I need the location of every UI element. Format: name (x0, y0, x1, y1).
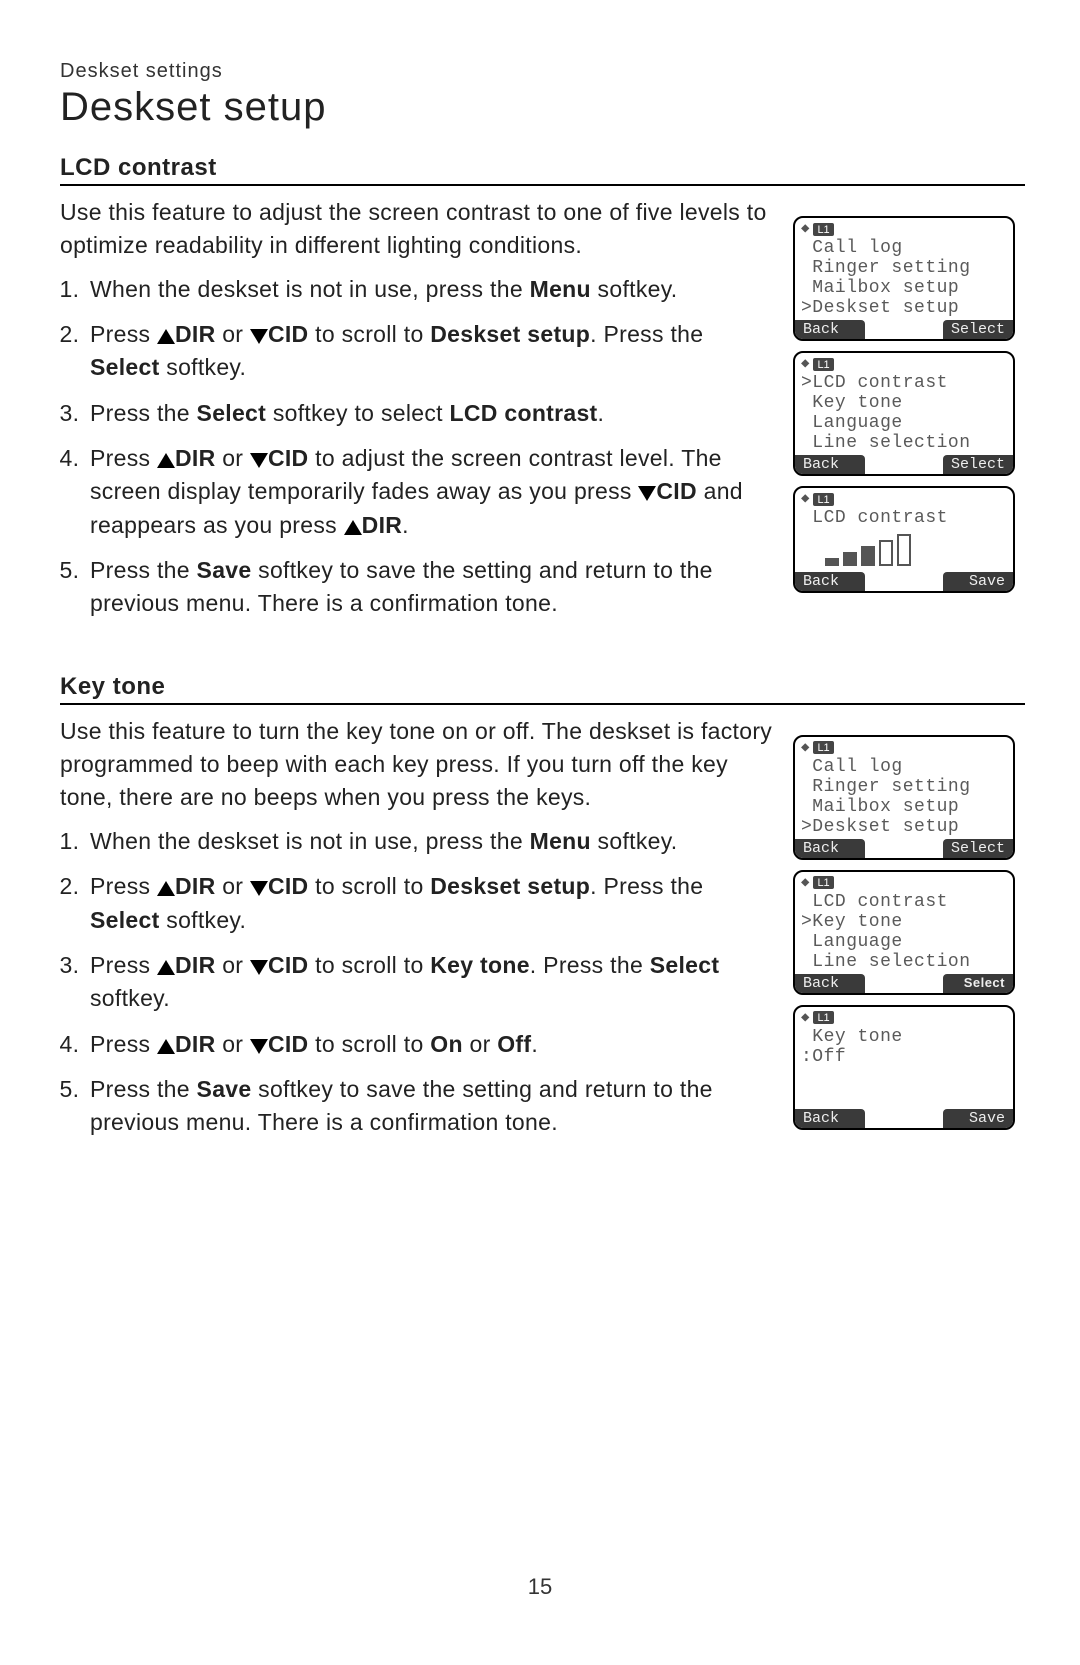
lcd-line: Mailbox setup (801, 278, 1007, 298)
section-heading-lcd: LCD contrast (60, 154, 1025, 186)
lcd-line: Call log (801, 238, 1007, 258)
lcd-line: Ringer setting (801, 777, 1007, 797)
softkey-select: Select (943, 455, 1013, 474)
keytone-intro: Use this feature to turn the key tone on… (60, 715, 773, 815)
softkey-back: Back (795, 455, 865, 474)
updown-icon: ◆ (801, 357, 809, 371)
lcd-step-3: Press the Select softkey to select LCD c… (86, 397, 773, 430)
lcd-line: :Off (801, 1047, 1007, 1067)
lcd-step-2: Press DIR or CID to scroll to Deskset se… (86, 318, 773, 385)
lcd-screen-contrast: ◆ L1 LCD contrast Back Save (793, 486, 1015, 593)
triangle-down-icon (250, 329, 268, 344)
lcd-step-5: Press the Save softkey to save the setti… (86, 554, 773, 621)
lcd-line: Language (801, 932, 1007, 952)
triangle-up-icon (157, 329, 175, 344)
line-badge: L1 (813, 223, 833, 236)
softkey-select: Select (943, 839, 1013, 858)
keytone-step-4: Press DIR or CID to scroll to On or Off. (86, 1028, 773, 1061)
lcd-screen-menu: ◆ L1 Call log Ringer setting Mailbox setu… (793, 216, 1015, 341)
contrast-bars (801, 528, 1007, 570)
keytone-step-1: When the deskset is not in use, press th… (86, 825, 773, 858)
lcd-line: >Deskset setup (801, 817, 1007, 837)
lcd-line: LCD contrast (801, 508, 1007, 528)
triangle-down-icon (250, 881, 268, 896)
lcd-line: Mailbox setup (801, 797, 1007, 817)
lcd-line: Line selection (801, 952, 1007, 972)
lcd-line: Ringer setting (801, 258, 1007, 278)
lcd-step-4: Press DIR or CID to adjust the screen co… (86, 442, 773, 542)
keytone-step-2: Press DIR or CID to scroll to Deskset se… (86, 870, 773, 937)
updown-icon: ◆ (801, 1011, 809, 1025)
softkey-select: Select (943, 974, 1013, 993)
triangle-up-icon (157, 881, 175, 896)
lcd-intro: Use this feature to adjust the screen co… (60, 196, 773, 263)
triangle-up-icon (157, 453, 175, 468)
softkey-save: Save (943, 572, 1013, 591)
keytone-step-5: Press the Save softkey to save the setti… (86, 1073, 773, 1140)
triangle-up-icon (157, 1039, 175, 1054)
lcd-line: Language (801, 413, 1007, 433)
lcd-screen-setup: ◆ L1 LCD contrast >Key tone Language Line… (793, 870, 1015, 995)
lcd-step-1: When the deskset is not in use, press th… (86, 273, 773, 306)
lcd-line: LCD contrast (801, 892, 1007, 912)
triangle-up-icon (157, 960, 175, 975)
line-badge: L1 (813, 876, 833, 889)
updown-icon: ◆ (801, 492, 809, 506)
updown-icon: ◆ (801, 222, 809, 236)
softkey-back: Back (795, 572, 865, 591)
lcd-line: >Deskset setup (801, 298, 1007, 318)
lcd-line (801, 1067, 1007, 1087)
lcd-line: >LCD contrast (801, 373, 1007, 393)
updown-icon: ◆ (801, 741, 809, 755)
lcd-screen-menu: ◆ L1 Call log Ringer setting Mailbox setu… (793, 735, 1015, 860)
breadcrumb: Deskset settings (60, 60, 1025, 83)
triangle-down-icon (250, 1039, 268, 1054)
lcd-line (801, 1087, 1007, 1107)
page-number: 15 (0, 1574, 1080, 1600)
lcd-steps: When the deskset is not in use, press th… (60, 273, 773, 621)
lcd-line: Key tone (801, 1027, 1007, 1047)
line-badge: L1 (813, 493, 833, 506)
lcd-line: Call log (801, 757, 1007, 777)
page-title: Deskset setup (60, 85, 1025, 130)
line-badge: L1 (813, 741, 833, 754)
softkey-back: Back (795, 974, 865, 993)
softkey-back: Back (795, 839, 865, 858)
triangle-down-icon (638, 486, 656, 501)
triangle-down-icon (250, 960, 268, 975)
lcd-screen-keytone: ◆ L1 Key tone :Off Back Save (793, 1005, 1015, 1130)
lcd-line: Key tone (801, 393, 1007, 413)
triangle-down-icon (250, 453, 268, 468)
lcd-line: Line selection (801, 433, 1007, 453)
line-badge: L1 (813, 1011, 833, 1024)
softkey-select: Select (943, 320, 1013, 339)
updown-icon: ◆ (801, 876, 809, 890)
softkey-back: Back (795, 320, 865, 339)
lcd-line: >Key tone (801, 912, 1007, 932)
keytone-steps: When the deskset is not in use, press th… (60, 825, 773, 1140)
triangle-up-icon (344, 520, 362, 535)
keytone-step-3: Press DIR or CID to scroll to Key tone. … (86, 949, 773, 1016)
line-badge: L1 (813, 358, 833, 371)
softkey-save: Save (943, 1109, 1013, 1128)
section-heading-keytone: Key tone (60, 673, 1025, 705)
softkey-back: Back (795, 1109, 865, 1128)
lcd-screen-setup: ◆ L1 >LCD contrast Key tone Language Line… (793, 351, 1015, 476)
